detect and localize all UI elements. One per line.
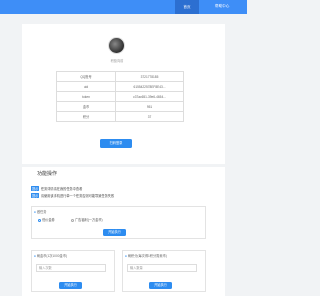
row-value: 951 xyxy=(115,101,184,112)
row-key: uid xyxy=(56,81,116,92)
row-value: 6155422578EF8E43... xyxy=(115,81,184,92)
row-value: 3721778185 xyxy=(115,71,184,82)
table-row: token c37ac651-39e6-4654... xyxy=(56,91,184,102)
table-row: uid 6155422578EF8E43... xyxy=(56,81,184,92)
scan-login-button[interactable]: 扫码登录 xyxy=(100,139,132,148)
row-key: 金币 xyxy=(56,101,116,112)
table-row: 积分 37 xyxy=(56,111,184,122)
tip-2: 提示 请使用该手机进行单一个任务否则可能导致任务失败 xyxy=(31,193,211,198)
gold-count-input[interactable]: 输入次数 xyxy=(36,264,106,272)
radio-icon xyxy=(71,218,74,222)
gold-start-button[interactable]: 开始执行 xyxy=(59,282,82,289)
tip-badge: 提示 xyxy=(31,193,40,198)
tip-text: 任务详情请在我的任务中查看 xyxy=(40,187,83,191)
avatar xyxy=(108,37,125,54)
task-start-button[interactable]: 开始执行 xyxy=(103,229,126,236)
row-key: QQ账号 xyxy=(56,71,116,82)
tip-badge: 提示 xyxy=(31,186,40,191)
section-title: 功能操作 xyxy=(37,171,58,177)
points-amount-input[interactable]: 输入数量 xyxy=(127,264,197,272)
option-ad-welfare[interactable]: 广告福利(一万金币) xyxy=(71,217,103,222)
table-row: QQ账号 3721778185 xyxy=(56,71,184,82)
tip-text: 请使用该手机进行单一个任务否则可能导致任务失败 xyxy=(40,194,115,198)
row-key: token xyxy=(56,91,116,102)
gold-panel-title: ● 刷金币(1次1000金币) xyxy=(34,254,67,258)
tip-1: 提示 任务详情请在我的任务中查看 xyxy=(31,186,211,191)
username: 积极向前 xyxy=(110,59,124,63)
option-low-coupon[interactable]: 低价金券 xyxy=(38,217,55,222)
points-panel-label: 刷积分(每次得1积分需卖币) xyxy=(127,254,167,258)
row-value: 37 xyxy=(115,111,184,122)
points-panel-title: ● 刷积分(每次得1积分需卖币) xyxy=(125,254,167,258)
row-value: c37ac651-39e6-4654... xyxy=(115,91,184,102)
top-navbar xyxy=(0,0,247,14)
nav-help[interactable]: 帮助中心 xyxy=(215,4,229,9)
option-label: 低价金券 xyxy=(42,218,55,222)
task-panel-label: 做任务 xyxy=(36,210,47,214)
row-key: 积分 xyxy=(56,111,116,122)
nav-home[interactable]: 首页 xyxy=(175,0,199,14)
gold-panel-label: 刷金币(1次1000金币) xyxy=(36,254,67,258)
account-info-table: QQ账号 3721778185 uid 6155422578EF8E43... … xyxy=(56,71,184,122)
task-panel-title: ● 做任务 xyxy=(34,210,47,214)
option-label: 广告福利(一万金币) xyxy=(75,218,103,222)
points-start-button[interactable]: 开始执行 xyxy=(149,282,172,289)
table-row: 金币 951 xyxy=(56,101,184,112)
radio-selected-icon xyxy=(38,218,41,222)
